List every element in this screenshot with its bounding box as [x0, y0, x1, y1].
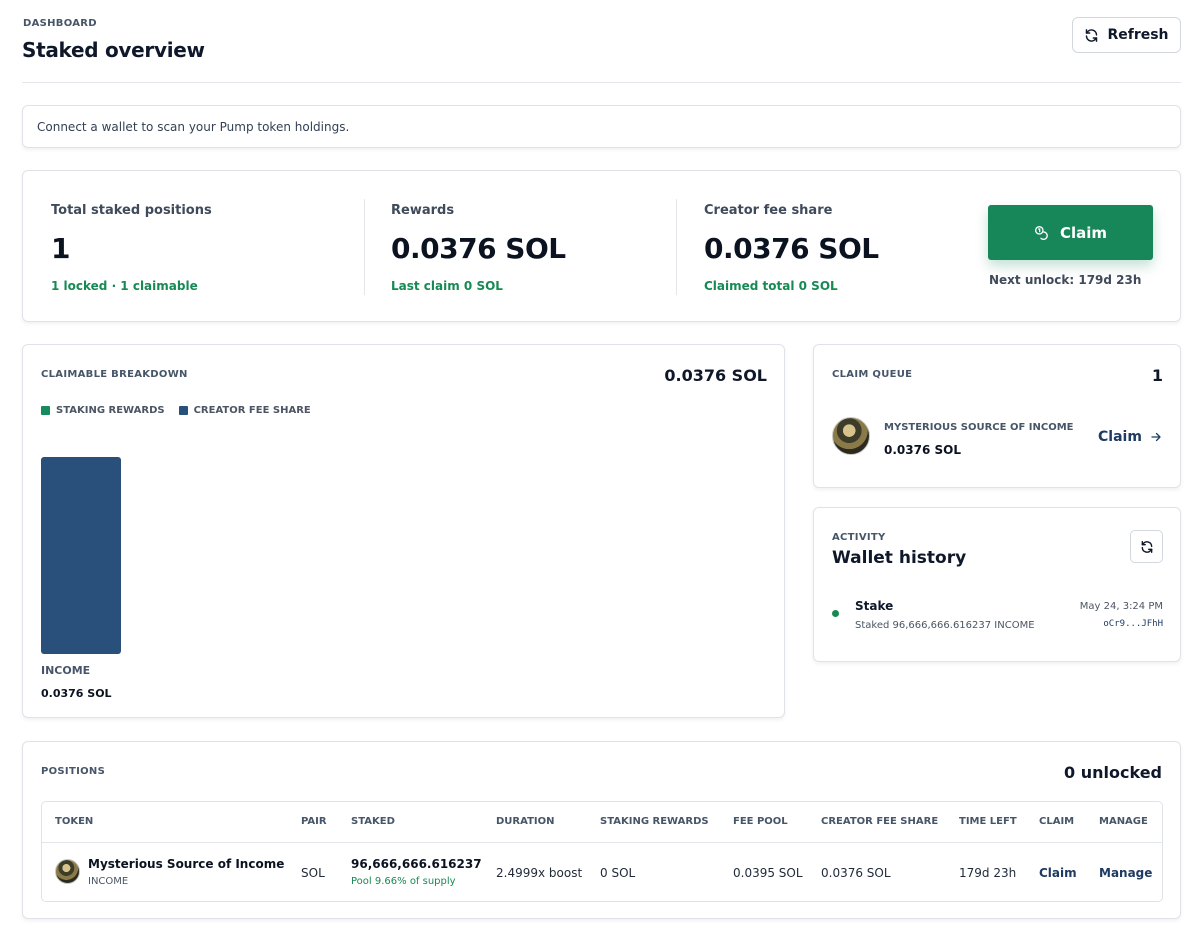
stat-value: 0.0376 SOL	[704, 232, 879, 265]
column-header: TOKEN	[55, 816, 94, 827]
arrow-right-icon	[1151, 432, 1161, 442]
stat-sub: Last claim 0 SOL	[391, 279, 503, 293]
token-avatar	[55, 859, 80, 884]
staked-cell: 96,666,666.616237	[351, 857, 482, 871]
column-header: PAIR	[301, 816, 327, 827]
breakdown-total: 0.0376 SOL	[664, 366, 767, 385]
header-divider	[22, 82, 1181, 83]
page-eyebrow: DASHBOARD	[23, 18, 97, 29]
stat-divider	[676, 199, 677, 295]
bar-creator-fee-share	[41, 457, 121, 654]
column-header: STAKED	[351, 816, 395, 827]
refresh-icon	[1141, 540, 1152, 553]
claim-queue-card: CLAIM QUEUE 1 MYSTERIOUS SOURCE OF INCOM…	[813, 344, 1181, 488]
creator-fee-share-cell: 0.0376 SOL	[821, 866, 891, 880]
token-avatar	[832, 417, 870, 455]
row-claim-link[interactable]: Claim	[1039, 866, 1077, 880]
legend-item: CREATOR FEE SHARE	[178, 405, 311, 416]
claim-label: Claim	[1059, 223, 1108, 242]
column-header: FEE POOL	[733, 816, 788, 827]
positions-card: POSITIONS 0 unlocked TOKEN PAIR STAKED D…	[22, 741, 1181, 919]
stat-rewards: Rewards 0.0376 SOL Last claim 0 SOL	[391, 203, 566, 293]
legend-label: STAKING REWARDS	[56, 405, 165, 416]
activity-detail: Staked 96,666,666.616237 INCOME	[855, 620, 1035, 631]
legend-swatch	[178, 406, 188, 415]
activity-card: ACTIVITY Wallet history Stake Staked 96,…	[813, 507, 1181, 662]
table-header-divider	[42, 842, 1162, 843]
stats-card: Total staked positions 1 1 locked · 1 cl…	[22, 170, 1181, 322]
positions-unlocked-count: 0 unlocked	[1064, 763, 1162, 782]
stat-value: 0.0376 SOL	[391, 232, 566, 265]
breakdown-eyebrow: CLAIMABLE BREAKDOWN	[41, 369, 188, 380]
refresh-label: Refresh	[1107, 27, 1169, 43]
activity-title: Wallet history	[832, 548, 967, 568]
stat-divider	[364, 199, 365, 295]
legend-item: STAKING REWARDS	[41, 405, 165, 416]
row-manage-link[interactable]: Manage	[1099, 866, 1152, 880]
pool-share: Pool 9.66% of supply	[351, 876, 456, 887]
time-left-cell: 179d 23h	[959, 866, 1017, 880]
claim-button[interactable]: Claim	[988, 205, 1153, 260]
stat-value: 1	[51, 232, 70, 265]
column-header: CLAIM	[1039, 816, 1075, 827]
queue-claim-link[interactable]: Claim	[1098, 429, 1162, 445]
claimable-breakdown-card: CLAIMABLE BREAKDOWN 0.0376 SOL STAKING R…	[22, 344, 785, 718]
activity-signature-link[interactable]: oCr9...JFhH	[1103, 619, 1163, 629]
pair-cell: SOL	[301, 866, 325, 880]
activity-time: May 24, 3:24 PM	[1079, 601, 1163, 612]
stat-creator-fee: Creator fee share 0.0376 SOL Claimed tot…	[704, 203, 879, 293]
activity-eyebrow: ACTIVITY	[832, 532, 886, 543]
refresh-icon	[1086, 28, 1098, 42]
claim-queue-eyebrow: CLAIM QUEUE	[832, 369, 913, 380]
queue-token-name: MYSTERIOUS SOURCE OF INCOME	[884, 422, 1074, 433]
token-symbol: INCOME	[88, 876, 129, 887]
legend-label: CREATOR FEE SHARE	[193, 405, 311, 416]
column-header: DURATION	[496, 816, 555, 827]
stat-label: Rewards	[391, 203, 455, 218]
wallet-notice: Connect a wallet to scan your Pump token…	[22, 105, 1181, 148]
bar-category-label: INCOME	[41, 664, 91, 677]
queue-token-amount: 0.0376 SOL	[884, 443, 961, 457]
status-dot	[832, 610, 839, 617]
positions-table: TOKEN PAIR STAKED DURATION STAKING REWAR…	[41, 801, 1163, 902]
legend-swatch	[41, 406, 50, 415]
refresh-button[interactable]: Refresh	[1072, 17, 1181, 53]
token-name: Mysterious Source of Income	[88, 857, 285, 871]
column-header: STAKING REWARDS	[600, 816, 709, 827]
bar-value-label: 0.0376 SOL	[41, 687, 112, 700]
fee-pool-cell: 0.0395 SOL	[733, 866, 803, 880]
duration-cell: 2.4999x boost	[496, 866, 583, 880]
page-title: Staked overview	[22, 38, 205, 62]
activity-refresh-button[interactable]	[1130, 530, 1163, 563]
breakdown-chart	[41, 457, 121, 654]
chart-legend: STAKING REWARDS CREATOR FEE SHARE	[41, 405, 311, 416]
positions-eyebrow: POSITIONS	[41, 766, 106, 777]
queue-claim-label: Claim	[1098, 429, 1142, 445]
next-unlock: Next unlock: 179d 23h	[989, 273, 1142, 287]
stat-sub: Claimed total 0 SOL	[704, 279, 838, 293]
column-header: TIME LEFT	[959, 816, 1017, 827]
stat-label: Total staked positions	[51, 203, 212, 218]
stat-sub: 1 locked · 1 claimable	[51, 279, 198, 293]
column-header: MANAGE	[1099, 816, 1148, 827]
activity-kind: Stake	[855, 599, 894, 613]
column-header: CREATOR FEE SHARE	[821, 816, 939, 827]
stat-total-positions: Total staked positions 1 1 locked · 1 cl…	[51, 203, 212, 293]
claim-queue-count: 1	[1151, 366, 1163, 385]
staking-rewards-cell: 0 SOL	[600, 866, 636, 880]
coins-icon	[1034, 225, 1048, 240]
stat-label: Creator fee share	[704, 203, 833, 218]
